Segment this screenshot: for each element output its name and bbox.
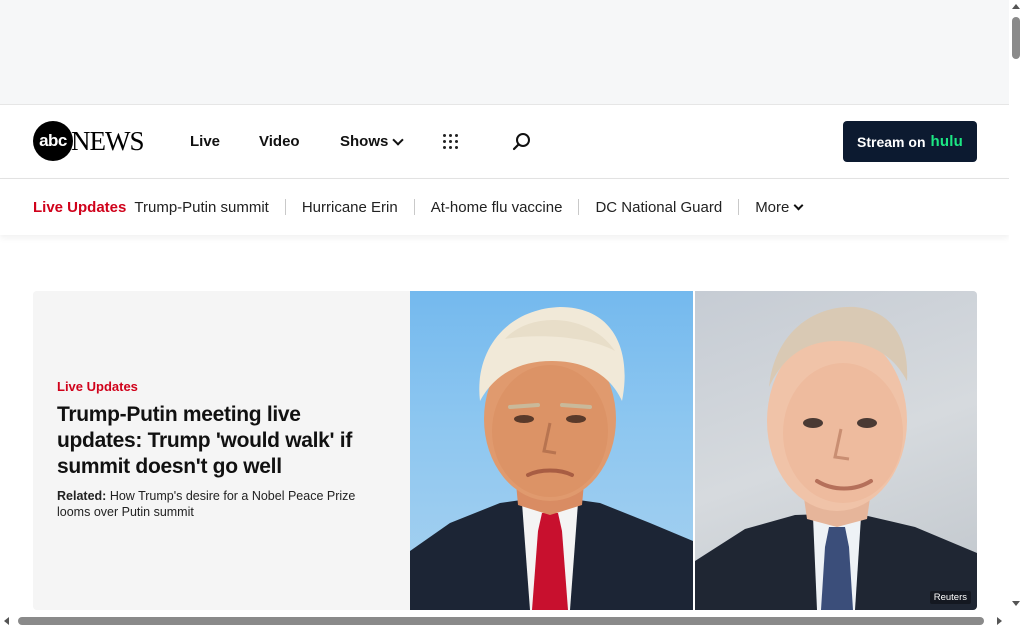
scroll-right-icon[interactable]: [997, 617, 1002, 625]
page-viewport: abc NEWS Live Video Shows Stream on hulu: [0, 0, 1009, 613]
nav-shows-label: Shows: [340, 133, 389, 150]
nav-video-link[interactable]: Video: [259, 133, 300, 150]
nav-shows-dropdown[interactable]: Shows: [340, 133, 405, 150]
logo-wordmark: NEWS: [71, 125, 144, 156]
scroll-up-icon[interactable]: [1012, 4, 1020, 9]
ad-banner-slot: [0, 0, 1009, 105]
trending-item-flu-vaccine[interactable]: At-home flu vaccine: [431, 199, 563, 216]
hero-related-link[interactable]: Related: How Trump's desire for a Nobel …: [57, 488, 377, 520]
menu-grid-icon[interactable]: [443, 134, 459, 150]
vertical-scroll-thumb[interactable]: [1012, 17, 1020, 59]
trending-item-dc-national-guard[interactable]: DC National Guard: [595, 199, 722, 216]
hero-kicker: Live Updates: [57, 379, 138, 394]
trending-item-trump-putin-summit[interactable]: Trump-Putin summit: [134, 199, 268, 216]
hero-photo-putin[interactable]: Reuters: [695, 291, 977, 610]
divider: [578, 199, 580, 215]
image-credit: Reuters: [929, 591, 971, 604]
trending-more-dropdown[interactable]: More: [755, 198, 804, 216]
vertical-scrollbar[interactable]: [1009, 0, 1024, 613]
related-label: Related:: [57, 489, 107, 503]
hero-story-card: Live Updates Trump-Putin meeting live up…: [33, 291, 977, 610]
logo-badge: abc: [33, 121, 73, 161]
chevron-down-icon: [793, 200, 804, 210]
divider: [413, 199, 415, 215]
nav-live-link[interactable]: Live: [190, 133, 220, 150]
hero-text-panel: Live Updates Trump-Putin meeting live up…: [33, 291, 410, 610]
search-icon[interactable]: [512, 132, 532, 152]
scroll-down-icon[interactable]: [1012, 601, 1020, 606]
trending-more-label: More: [755, 198, 790, 216]
trending-bar: Live Updates Trump-Putin summit Hurrican…: [0, 179, 1009, 235]
scroll-left-icon[interactable]: [4, 617, 9, 625]
divider: [284, 199, 286, 215]
hero-photo-trump[interactable]: [410, 291, 693, 610]
trending-live-label: Live Updates: [33, 198, 127, 216]
hulu-logo: hulu: [930, 133, 963, 150]
horizontal-scrollbar[interactable]: [0, 613, 1024, 629]
abc-news-logo[interactable]: abc NEWS: [33, 121, 144, 161]
site-header: abc NEWS Live Video Shows Stream on hulu: [0, 105, 1009, 179]
horizontal-scroll-thumb[interactable]: [18, 617, 984, 625]
hero-headline-link[interactable]: Trump-Putin meeting live updates: Trump …: [57, 402, 387, 480]
chevron-down-icon: [392, 133, 405, 146]
stream-prefix-label: Stream on: [857, 133, 926, 150]
trending-item-hurricane-erin[interactable]: Hurricane Erin: [302, 199, 398, 216]
stream-on-hulu-button[interactable]: Stream on hulu: [843, 121, 977, 162]
divider: [738, 199, 740, 215]
